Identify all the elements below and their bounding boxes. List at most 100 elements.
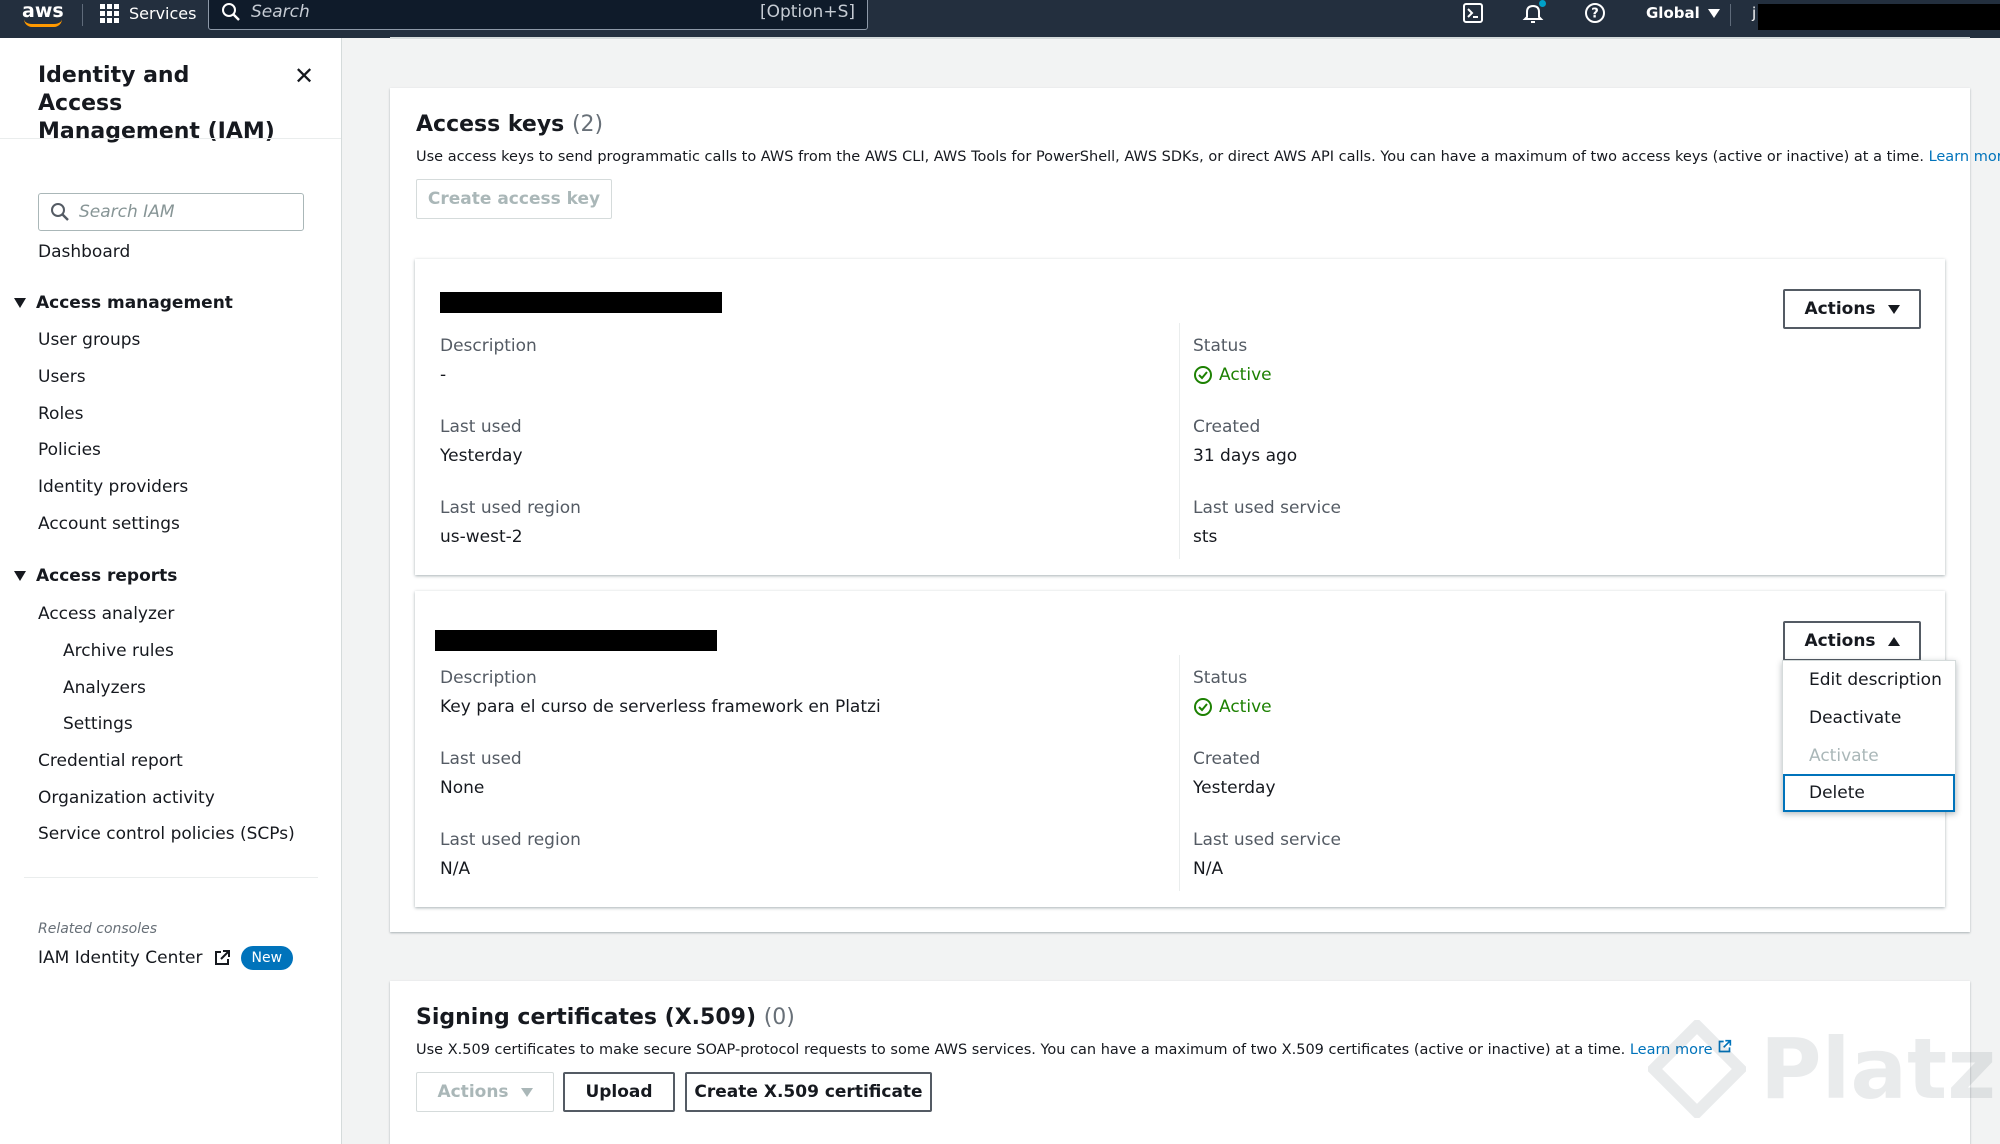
menu-item-edit-description[interactable]: Edit description xyxy=(1783,661,1955,699)
last-used-region-value: us-west-2 xyxy=(440,527,523,547)
sidebar-item-analyzers[interactable]: Analyzers xyxy=(63,678,146,698)
sidebar-item-account-settings[interactable]: Account settings xyxy=(38,514,180,534)
region-label: Global xyxy=(1646,4,1700,22)
global-search-input[interactable] xyxy=(251,0,671,25)
menu-item-activate: Activate xyxy=(1809,746,1879,766)
access-key-card: Actions Description Key para el curso de… xyxy=(415,591,1945,907)
global-search-box[interactable]: [Option+S] xyxy=(208,0,868,30)
learn-more-link[interactable]: Learn more xyxy=(1929,149,2000,165)
new-badge: New xyxy=(240,946,294,970)
sidebar-item-access-analyzer[interactable]: Access analyzer xyxy=(38,604,174,624)
create-x509-certificate-button[interactable]: Create X.509 certificate xyxy=(685,1072,932,1112)
sidebar-search-input[interactable] xyxy=(79,200,289,224)
sidebar-item-settings[interactable]: Settings xyxy=(63,714,133,734)
svg-text:?: ? xyxy=(1591,7,1599,22)
sidebar-item-dashboard[interactable]: Dashboard xyxy=(38,242,130,262)
sidebar-divider xyxy=(0,138,341,139)
services-menu-button[interactable]: Services xyxy=(100,0,196,26)
last-used-service-value: sts xyxy=(1193,527,1218,547)
certificates-actions-button[interactable]: Actions xyxy=(416,1072,554,1112)
section-label: Access management xyxy=(36,293,233,313)
caret-down-icon xyxy=(520,1087,533,1097)
caret-down-icon xyxy=(14,571,26,581)
section-label: Access reports xyxy=(36,566,178,586)
sidebar-item-credential-report[interactable]: Credential report xyxy=(38,751,183,771)
aws-logo[interactable]: aws xyxy=(22,0,66,28)
created-label: Created xyxy=(1193,417,1261,437)
last-used-value: Yesterday xyxy=(440,446,523,466)
menu-item-deactivate[interactable]: Deactivate xyxy=(1783,699,1955,737)
description-label: Description xyxy=(440,336,537,356)
check-circle-icon xyxy=(1194,698,1212,716)
signing-certificates-title-text: Signing certificates (X.509) xyxy=(416,1005,757,1030)
created-label: Created xyxy=(1193,749,1261,769)
sidebar-item-archive-rules[interactable]: Archive rules xyxy=(63,641,174,661)
watermark-text: Platzi xyxy=(1760,1020,2000,1118)
create-access-key-button[interactable]: Create access key xyxy=(416,179,612,219)
sidebar-search-box[interactable] xyxy=(38,193,304,231)
search-icon xyxy=(222,3,240,21)
description-value: Key para el curso de serverless framewor… xyxy=(440,697,881,717)
grid-icon xyxy=(100,3,119,23)
actions-dropdown-menu: Edit description Deactivate Activate Del… xyxy=(1782,660,1956,812)
iam-identity-center-link[interactable]: IAM Identity Center New xyxy=(38,946,294,970)
last-used-region-value: N/A xyxy=(440,859,471,879)
notifications-button[interactable] xyxy=(1518,0,1548,26)
platzi-logo-icon xyxy=(1648,1020,1746,1118)
actions-label: Actions xyxy=(1804,299,1876,319)
last-used-label: Last used xyxy=(440,749,522,769)
notification-dot-icon xyxy=(1539,0,1546,7)
sidebar-item-policies[interactable]: Policies xyxy=(38,440,101,460)
search-icon xyxy=(51,203,69,221)
actions-button[interactable]: Actions xyxy=(1783,289,1921,329)
sidebar-item-user-groups[interactable]: User groups xyxy=(38,330,140,350)
sidebar-item-scps[interactable]: Service control policies (SCPs) xyxy=(38,824,295,844)
sidebar-section-access-reports[interactable]: Access reports xyxy=(14,566,177,586)
created-value: 31 days ago xyxy=(1193,446,1298,466)
check-circle-icon xyxy=(1194,366,1212,384)
last-used-region-label: Last used region xyxy=(440,498,581,518)
cloudshell-button[interactable] xyxy=(1458,0,1488,26)
actions-label: Actions xyxy=(1804,631,1876,651)
status-label: Status xyxy=(1193,336,1248,356)
close-icon: ✕ xyxy=(294,62,315,90)
sidebar-item-roles[interactable]: Roles xyxy=(38,404,84,424)
status-text: Active xyxy=(1219,365,1272,385)
actions-button[interactable]: Actions xyxy=(1783,621,1921,661)
terminal-icon xyxy=(1463,3,1483,23)
actions-label: Actions xyxy=(437,1082,509,1102)
redacted-access-key-id xyxy=(435,630,717,651)
search-shortcut-hint: [Option+S] xyxy=(759,2,855,22)
access-keys-count: (2) xyxy=(571,112,604,137)
upload-button[interactable]: Upload xyxy=(563,1072,675,1112)
column-divider xyxy=(1179,655,1180,891)
last-used-label: Last used xyxy=(440,417,522,437)
iam-sidebar: Identity and Access Management (IAM) ✕ D… xyxy=(0,38,342,1144)
access-key-card: Actions Description - Last used Yesterda… xyxy=(415,259,1945,575)
redacted-access-key-id xyxy=(440,292,722,313)
sidebar-item-identity-providers[interactable]: Identity providers xyxy=(38,477,188,497)
account-initial: j xyxy=(1752,4,1757,22)
services-label: Services xyxy=(129,3,197,23)
sidebar-item-users[interactable]: Users xyxy=(38,367,86,387)
status-value: Active xyxy=(1193,697,1272,717)
aws-smile-icon xyxy=(24,19,62,27)
related-consoles-label: Related consoles xyxy=(38,921,158,937)
section-divider xyxy=(390,37,1970,39)
sidebar-section-access-management[interactable]: Access management xyxy=(14,293,233,313)
sidebar-title: Identity and Access Management (IAM) xyxy=(38,63,275,144)
access-keys-title: Access keys (2) xyxy=(416,112,603,137)
last-used-region-label: Last used region xyxy=(440,830,581,850)
access-keys-description: Use access keys to send programmatic cal… xyxy=(416,146,2000,165)
menu-item-delete[interactable]: Delete xyxy=(1783,774,1955,812)
account-menu[interactable]: j xyxy=(1752,0,1756,26)
region-selector[interactable]: Global xyxy=(1646,0,1720,26)
help-button[interactable]: ? xyxy=(1580,0,1610,26)
close-sidebar-button[interactable]: ✕ xyxy=(294,62,314,90)
caret-up-icon xyxy=(1887,636,1900,646)
sidebar-divider xyxy=(24,877,318,878)
learn-more-label: Learn more xyxy=(1928,149,2000,165)
status-value: Active xyxy=(1193,365,1272,385)
access-keys-description-text: Use access keys to send programmatic cal… xyxy=(416,149,1924,165)
sidebar-item-organization-activity[interactable]: Organization activity xyxy=(38,788,215,808)
